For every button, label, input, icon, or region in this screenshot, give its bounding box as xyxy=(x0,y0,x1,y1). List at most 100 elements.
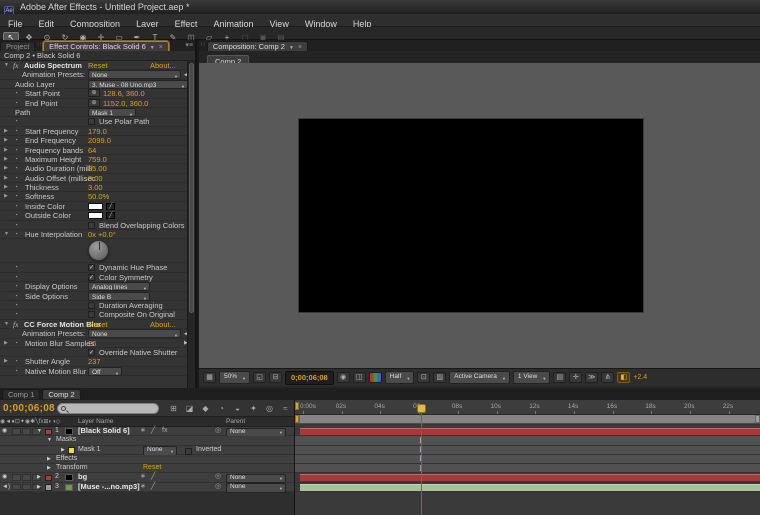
stopwatch-icon[interactable]: ◔ xyxy=(14,301,18,310)
stopwatch-icon[interactable]: ◔ xyxy=(14,99,18,108)
group-name[interactable]: Transform xyxy=(56,464,88,473)
inverted-checkbox[interactable] xyxy=(185,448,192,455)
checkbox[interactable] xyxy=(88,222,95,229)
twirl-icon[interactable]: ▶ xyxy=(4,192,12,201)
stopwatch-icon[interactable]: ◔ xyxy=(14,230,18,239)
audio-on-icon[interactable]: ◄) xyxy=(2,483,10,492)
property-dropdown[interactable]: Analog lines xyxy=(88,282,150,291)
exposure-icon[interactable]: ◧ xyxy=(617,372,630,383)
pickwhip-icon[interactable]: ◎ xyxy=(215,473,221,482)
flowchart-icon[interactable]: ⋔ xyxy=(601,372,614,383)
twirl-icon[interactable]: ▶ xyxy=(61,446,65,455)
twirl-icon[interactable]: ▶ xyxy=(4,357,12,366)
tab-composition[interactable]: Composition: Comp 2▼× xyxy=(207,41,308,51)
stopwatch-icon[interactable]: ◔ xyxy=(14,292,18,301)
layer-duration-bar[interactable] xyxy=(300,428,760,435)
group-name[interactable]: Effects xyxy=(56,455,77,464)
about-link[interactable]: About... xyxy=(150,61,176,70)
layer-color-swatch[interactable] xyxy=(45,484,52,491)
stopwatch-icon[interactable]: ◔ xyxy=(14,367,18,376)
tab-effect-controls[interactable]: Effect Controls: Black Solid 6▼× xyxy=(43,41,169,51)
twirl-icon[interactable]: ▶ xyxy=(47,455,51,464)
stopwatch-icon[interactable]: ◔ xyxy=(14,89,18,98)
current-time-display[interactable]: 0;00;06;08 xyxy=(3,403,55,414)
av-cell[interactable] xyxy=(12,484,21,491)
channels-icon[interactable] xyxy=(369,372,382,383)
property-value[interactable]: 759.0 xyxy=(88,155,107,164)
property-value[interactable]: 26 xyxy=(88,339,96,348)
comp-timecode[interactable]: 0;00;06;08 xyxy=(285,371,334,385)
grid-options-icon[interactable]: ▤ xyxy=(553,372,566,383)
layer-row-masks[interactable]: ▼Masks xyxy=(0,436,294,445)
group-name[interactable]: Mask 1 xyxy=(78,446,101,455)
property-dropdown[interactable]: Off xyxy=(88,367,122,376)
layer-switch-1[interactable]: ╱ xyxy=(151,483,155,492)
twirl-icon[interactable]: ▶ xyxy=(4,127,12,136)
comp-canvas[interactable] xyxy=(299,119,643,312)
av-cell[interactable] xyxy=(22,474,31,481)
safe-areas-icon[interactable]: ◱ xyxy=(253,372,266,383)
shy-layers-icon[interactable]: ◆ xyxy=(198,403,213,415)
av-cell[interactable] xyxy=(22,428,31,435)
layer-row--muse-no-mp3-[interactable]: ◄)▶3[Muse -...no.mp3]∗╱◎None xyxy=(0,483,294,492)
property-value[interactable]: 50.0% xyxy=(88,192,109,201)
layer-switch-2[interactable]: fx xyxy=(162,427,167,436)
composition-viewer[interactable] xyxy=(199,63,760,368)
audio-duration-bar[interactable] xyxy=(300,484,760,491)
twirl-icon[interactable]: ▶ xyxy=(47,464,51,473)
brainstorm-icon[interactable]: ✦ xyxy=(246,403,261,415)
property-value[interactable]: 179.0 xyxy=(88,127,107,136)
property-value[interactable]: 0.00 xyxy=(88,174,103,183)
eyedropper-icon[interactable]: ╱ xyxy=(106,203,115,210)
property-value[interactable]: 35.00 xyxy=(88,164,107,173)
time-ruler[interactable]: 0:00s02s04s06s08s10s12s14s16s18s20s22s xyxy=(295,400,760,415)
reset-link[interactable]: Reset xyxy=(88,320,108,329)
panel-grip-icon[interactable]: ∷ xyxy=(199,40,207,51)
hue-dial[interactable] xyxy=(88,240,109,261)
layer-name[interactable]: bg xyxy=(78,473,87,482)
twirl-icon[interactable]: ▶ xyxy=(4,136,12,145)
mask-visibility-icon[interactable]: ⊟ xyxy=(269,372,282,383)
layer-name[interactable]: [Black Solid 6] xyxy=(78,427,130,436)
panel-grip-icon[interactable]: ∷ xyxy=(35,40,43,51)
color-swatch[interactable] xyxy=(88,203,103,210)
stopwatch-icon[interactable]: ◔ xyxy=(14,164,18,173)
info-icon[interactable]: ▦ xyxy=(203,372,216,383)
playhead-line[interactable] xyxy=(421,404,422,515)
property-value[interactable]: 3.00 xyxy=(88,183,103,192)
stopwatch-icon[interactable]: ◔ xyxy=(14,310,18,319)
layer-row--black-solid-6-[interactable]: ◉▼1[Black Solid 6]∗╱fx◎None xyxy=(0,427,294,436)
work-area-bar[interactable] xyxy=(295,415,760,424)
layer-row-transform[interactable]: ▶TransformReset xyxy=(0,464,294,473)
twirl-icon[interactable]: ▶ xyxy=(37,483,41,492)
av-cell[interactable] xyxy=(12,428,21,435)
eye-icon[interactable]: ◉ xyxy=(2,473,7,482)
layer-duration-bar[interactable] xyxy=(300,474,760,481)
point-crosshair-icon[interactable]: ⊕ xyxy=(88,89,100,97)
draft-3d-icon[interactable]: ◪ xyxy=(182,403,197,415)
auto-keyframe-icon[interactable]: ◎ xyxy=(262,403,277,415)
view-layout-menu[interactable]: 1 View xyxy=(513,371,550,384)
motion-blur-icon[interactable]: ◒ xyxy=(230,403,245,415)
layer-switch-0[interactable]: ∗ xyxy=(140,473,146,482)
twirl-icon[interactable]: ▶ xyxy=(4,164,12,173)
stopwatch-icon[interactable]: ◔ xyxy=(14,117,18,126)
close-icon[interactable]: × xyxy=(159,44,163,51)
tab-comp-1[interactable]: Comp 1 xyxy=(2,389,40,399)
twirl-icon[interactable]: ▶ xyxy=(4,183,12,192)
stopwatch-icon[interactable]: ◔ xyxy=(14,155,18,164)
stopwatch-icon[interactable]: ◔ xyxy=(14,183,18,192)
property-value[interactable]: 128.6, 360.0 xyxy=(103,89,145,98)
stopwatch-icon[interactable]: ◔ xyxy=(14,211,18,220)
layer-name[interactable]: [Muse -...no.mp3] xyxy=(78,483,140,492)
pickwhip-icon[interactable]: ◎ xyxy=(215,427,221,436)
eyedropper-icon[interactable]: ╱ xyxy=(106,212,115,219)
exposure-value[interactable]: +2.4 xyxy=(633,374,647,381)
mask-color-swatch[interactable] xyxy=(68,447,75,454)
stopwatch-icon[interactable]: ◔ xyxy=(14,202,18,211)
effect-panel-scrollbar[interactable] xyxy=(187,61,195,388)
stopwatch-icon[interactable]: ◔ xyxy=(14,136,18,145)
layer-row-mask-1[interactable]: ▶Mask 1NoneInverted xyxy=(0,446,294,455)
timeline-search[interactable] xyxy=(57,403,159,414)
av-cell[interactable] xyxy=(22,484,31,491)
